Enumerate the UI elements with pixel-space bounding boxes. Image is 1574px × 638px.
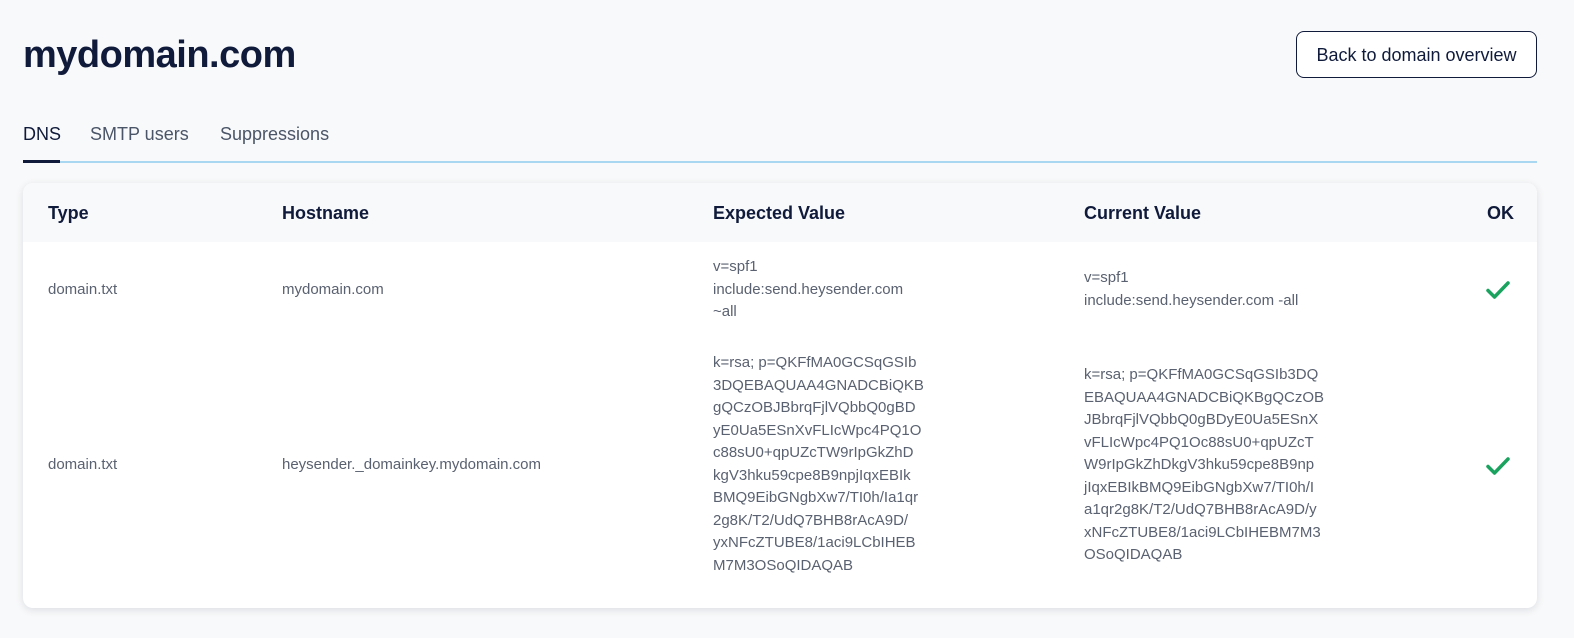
tab-suppressions-label: Suppressions bbox=[220, 124, 330, 144]
column-header-current-value: Current Value bbox=[1084, 203, 1202, 223]
tab-suppressions[interactable]: Suppressions bbox=[220, 122, 329, 162]
row-type: domain.txt bbox=[48, 456, 118, 473]
row-type: domain.txt bbox=[48, 281, 118, 298]
row-hostname: mydomain.com bbox=[282, 281, 384, 298]
row-expected-value: k=rsa; p=QKFfMA0GCSqGSIb 3DQEBAQUAA4GNAD… bbox=[713, 354, 924, 574]
column-header-type: Type bbox=[48, 203, 89, 223]
checkmark-icon bbox=[1486, 281, 1510, 299]
column-header-ok: OK bbox=[1487, 203, 1514, 223]
row-expected-value: v=spf1 include:send.heysender.com ~all bbox=[713, 258, 904, 320]
domain-dns-page: mydomain.com Back to domain overview DNS… bbox=[0, 0, 1574, 638]
table-header: Type Hostname Expected Value Current Val… bbox=[23, 183, 1537, 242]
column-header-expected-value: Expected Value bbox=[713, 203, 846, 223]
table-row: domain.txt mydomain.com v=spf1 include:s… bbox=[23, 242, 1537, 340]
back-to-domain-overview-button[interactable]: Back to domain overview bbox=[1296, 31, 1537, 78]
tab-bar: DNS SMTP users Suppressions bbox=[23, 108, 1537, 163]
row-hostname: heysender._domainkey.mydomain.com bbox=[282, 456, 542, 473]
tab-dns-label: DNS bbox=[23, 124, 62, 144]
active-tab-indicator bbox=[23, 160, 60, 163]
page-header: mydomain.com Back to domain overview bbox=[23, 0, 1537, 100]
column-header-hostname: Hostname bbox=[282, 203, 370, 223]
row-current-value: k=rsa; p=QKFfMA0GCSqGSIb3DQ EBAQUAA4GNAD… bbox=[1084, 366, 1325, 563]
dns-records-table: Type Hostname Expected Value Current Val… bbox=[23, 183, 1537, 608]
row-current-value: v=spf1 include:send.heysender.com -all bbox=[1084, 269, 1299, 309]
table-row: domain.txt heysender._domainkey.mydomain… bbox=[23, 340, 1537, 608]
checkmark-icon bbox=[1486, 457, 1510, 475]
page-title: mydomain.com bbox=[23, 34, 296, 76]
tab-dns[interactable]: DNS bbox=[23, 122, 61, 162]
tab-smtp-users-label: SMTP users bbox=[90, 124, 189, 144]
tab-smtp-users[interactable]: SMTP users bbox=[90, 122, 189, 162]
